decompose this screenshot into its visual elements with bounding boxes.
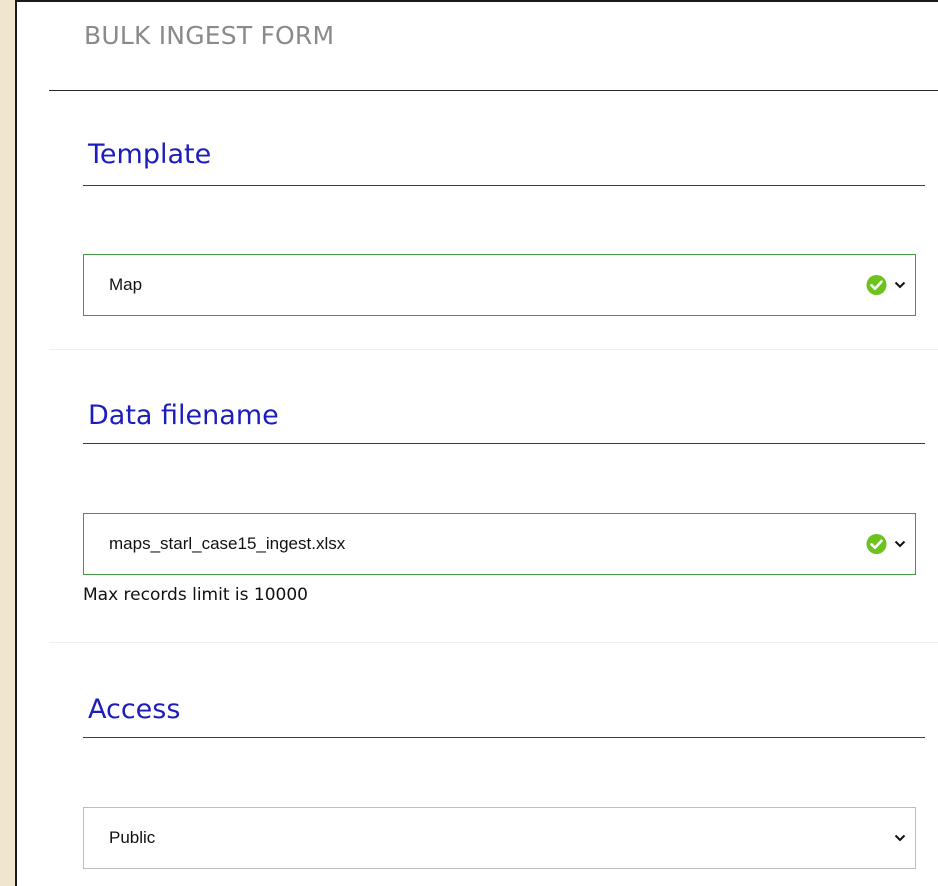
- section-divider: [49, 349, 938, 350]
- access-heading-rule: [83, 737, 925, 738]
- data-filename-heading-rule: [83, 443, 925, 444]
- title-divider: [49, 90, 938, 91]
- access-heading: Access: [88, 694, 181, 725]
- max-records-helper: Max records limit is 10000: [83, 585, 308, 605]
- chevron-down-icon[interactable]: [894, 834, 906, 843]
- template-heading: Template: [88, 139, 212, 170]
- data-filename-select-value: maps_starl_case15_ingest.xlsx: [109, 534, 346, 553]
- form-title: BULK INGEST FORM: [84, 21, 335, 50]
- check-circle-icon: [866, 534, 887, 554]
- template-select-value: Map: [109, 275, 143, 294]
- template-select[interactable]: Map: [83, 254, 916, 316]
- check-circle-icon: [866, 275, 887, 295]
- template-heading-rule: [83, 185, 925, 186]
- bulk-ingest-panel: BULK INGEST FORM Template Map Data filen…: [15, 0, 938, 886]
- section-divider: [49, 642, 938, 643]
- data-filename-heading: Data filename: [88, 400, 279, 431]
- access-select-value: Public: [109, 828, 156, 847]
- chevron-down-icon[interactable]: [894, 540, 906, 549]
- data-filename-select[interactable]: maps_starl_case15_ingest.xlsx: [83, 513, 916, 575]
- chevron-down-icon[interactable]: [894, 281, 906, 290]
- access-select[interactable]: Public: [83, 807, 916, 869]
